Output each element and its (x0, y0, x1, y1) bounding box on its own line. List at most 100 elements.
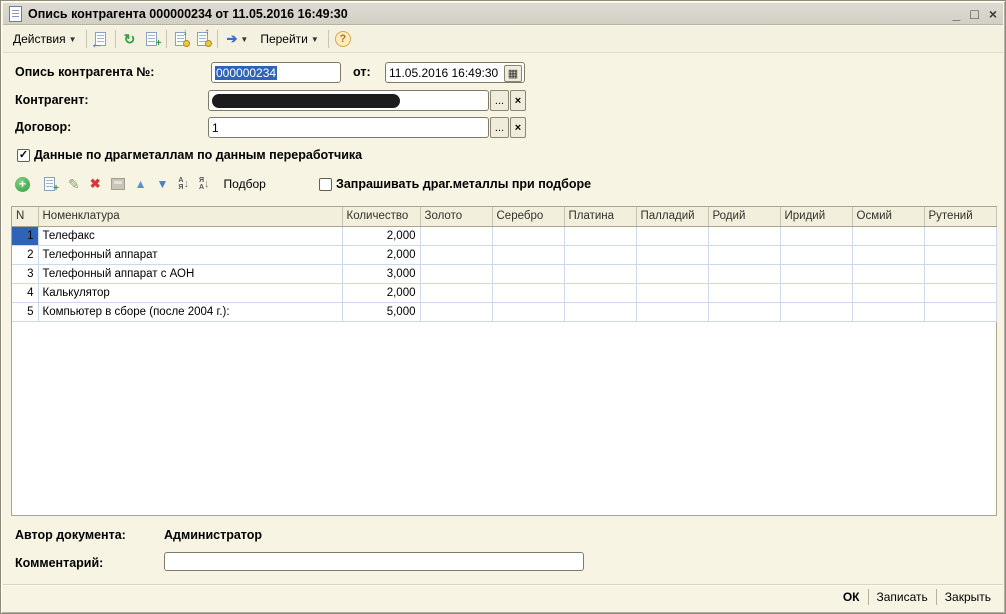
table-cell[interactable] (780, 226, 852, 245)
number-input[interactable]: 000000234 (211, 62, 341, 83)
items-grid[interactable]: NНоменклатураКоличествоЗолотоСереброПлат… (11, 206, 997, 516)
refresh-button[interactable]: ↻ (120, 29, 140, 49)
minimize-button[interactable]: _ (953, 7, 961, 21)
table-cell[interactable] (420, 302, 492, 321)
date-input[interactable]: 11.05.2016 16:49:30 ▦ (385, 62, 525, 83)
contractor-lookup-button[interactable]: ... (490, 90, 509, 111)
actions-menu-button[interactable]: Действия ▼ (7, 28, 83, 50)
post-document-button[interactable]: ↓ (171, 29, 191, 49)
table-cell[interactable] (564, 283, 636, 302)
ask-metals-checkbox[interactable] (319, 178, 332, 191)
write-document-button[interactable]: ← (91, 29, 111, 49)
table-row[interactable]: 5Компьютер в сборе (после 2004 г.):5,000 (12, 302, 996, 321)
table-cell[interactable]: Калькулятор (38, 283, 342, 302)
table-row[interactable]: 1Телефакс2,000 (12, 226, 996, 245)
table-cell[interactable] (708, 245, 780, 264)
table-cell[interactable]: Телефонный аппарат (38, 245, 342, 264)
column-header[interactable]: Палладий (636, 207, 708, 226)
contractor-input[interactable] (208, 90, 489, 111)
column-header[interactable]: Платина (564, 207, 636, 226)
table-cell[interactable] (924, 245, 996, 264)
table-cell[interactable] (636, 283, 708, 302)
table-cell[interactable] (780, 264, 852, 283)
table-cell[interactable] (852, 226, 924, 245)
copy-row-button[interactable]: + (41, 176, 57, 192)
table-cell[interactable]: 5,000 (342, 302, 420, 321)
table-cell[interactable]: 4 (12, 283, 38, 302)
table-cell[interactable] (492, 226, 564, 245)
table-cell[interactable] (708, 283, 780, 302)
table-row[interactable]: 3Телефонный аппарат с АОН3,000 (12, 264, 996, 283)
contract-clear-button[interactable]: × (510, 117, 526, 138)
save-button[interactable]: Записать (869, 587, 936, 607)
table-cell[interactable] (564, 226, 636, 245)
table-cell[interactable] (564, 245, 636, 264)
calendar-button[interactable]: ▦ (504, 65, 522, 82)
column-header[interactable]: Золото (420, 207, 492, 226)
contract-lookup-button[interactable]: ... (490, 117, 509, 138)
metals-data-checkbox-label[interactable]: Данные по драгметаллам по данным перераб… (34, 148, 362, 162)
table-cell[interactable] (852, 302, 924, 321)
add-row-icon[interactable]: + (15, 177, 30, 192)
delete-row-icon[interactable]: ✖ (90, 176, 101, 192)
table-cell[interactable] (780, 245, 852, 264)
unpost-document-button[interactable]: ↑ (193, 29, 213, 49)
table-cell[interactable]: Телефакс (38, 226, 342, 245)
table-cell[interactable] (708, 302, 780, 321)
column-header[interactable]: Иридий (780, 207, 852, 226)
table-cell[interactable] (564, 264, 636, 283)
table-cell[interactable]: 5 (12, 302, 38, 321)
finish-editing-icon[interactable] (111, 178, 125, 190)
table-cell[interactable] (852, 283, 924, 302)
table-row[interactable]: 4Калькулятор2,000 (12, 283, 996, 302)
ok-button[interactable]: ОК (835, 587, 868, 607)
table-cell[interactable] (924, 226, 996, 245)
titlebar[interactable]: Опись контрагента 000000234 от 11.05.201… (3, 3, 1003, 25)
help-button[interactable]: ? (333, 29, 353, 49)
table-cell[interactable]: 1 (12, 226, 38, 245)
column-header[interactable]: Осмий (852, 207, 924, 226)
table-cell[interactable] (636, 245, 708, 264)
table-cell[interactable] (924, 264, 996, 283)
table-cell[interactable] (420, 264, 492, 283)
close-button[interactable]: × (989, 7, 997, 21)
table-cell[interactable] (420, 226, 492, 245)
pick-button[interactable]: Подбор (220, 175, 270, 193)
maximize-button[interactable]: □ (970, 7, 978, 21)
contract-input[interactable]: 1 (208, 117, 489, 138)
close-window-button[interactable]: Закрыть (937, 587, 999, 607)
contractor-clear-button[interactable]: × (510, 90, 526, 111)
table-cell[interactable]: 2,000 (342, 226, 420, 245)
table-cell[interactable]: 3 (12, 264, 38, 283)
table-cell[interactable] (780, 283, 852, 302)
table-cell[interactable]: 3,000 (342, 264, 420, 283)
table-cell[interactable]: 2,000 (342, 245, 420, 264)
table-cell[interactable] (708, 264, 780, 283)
move-up-icon[interactable]: ▲ (135, 177, 147, 191)
table-cell[interactable] (924, 283, 996, 302)
table-cell[interactable] (852, 264, 924, 283)
column-header[interactable]: Рутений (924, 207, 996, 226)
table-cell[interactable] (492, 283, 564, 302)
table-cell[interactable] (780, 302, 852, 321)
table-cell[interactable] (636, 226, 708, 245)
move-down-icon[interactable]: ▼ (157, 177, 169, 191)
table-cell[interactable]: Телефонный аппарат с АОН (38, 264, 342, 283)
column-header[interactable]: Номенклатура (38, 207, 342, 226)
table-cell[interactable] (420, 245, 492, 264)
related-documents-button[interactable]: ➔ ▼ (221, 27, 255, 51)
table-cell[interactable] (636, 302, 708, 321)
column-header[interactable]: Количество (342, 207, 420, 226)
table-cell[interactable] (708, 226, 780, 245)
metals-data-checkbox[interactable]: ✓ (17, 149, 30, 162)
edit-row-icon[interactable]: ✎ (68, 176, 80, 193)
table-cell[interactable] (852, 245, 924, 264)
column-header[interactable]: N (12, 207, 38, 226)
table-cell[interactable] (420, 283, 492, 302)
table-cell[interactable]: Компьютер в сборе (после 2004 г.): (38, 302, 342, 321)
ask-metals-checkbox-label[interactable]: Запрашивать драг.металлы при подборе (336, 177, 591, 191)
table-cell[interactable]: 2 (12, 245, 38, 264)
table-cell[interactable] (492, 264, 564, 283)
table-row[interactable]: 2Телефонный аппарат2,000 (12, 245, 996, 264)
table-cell[interactable] (924, 302, 996, 321)
